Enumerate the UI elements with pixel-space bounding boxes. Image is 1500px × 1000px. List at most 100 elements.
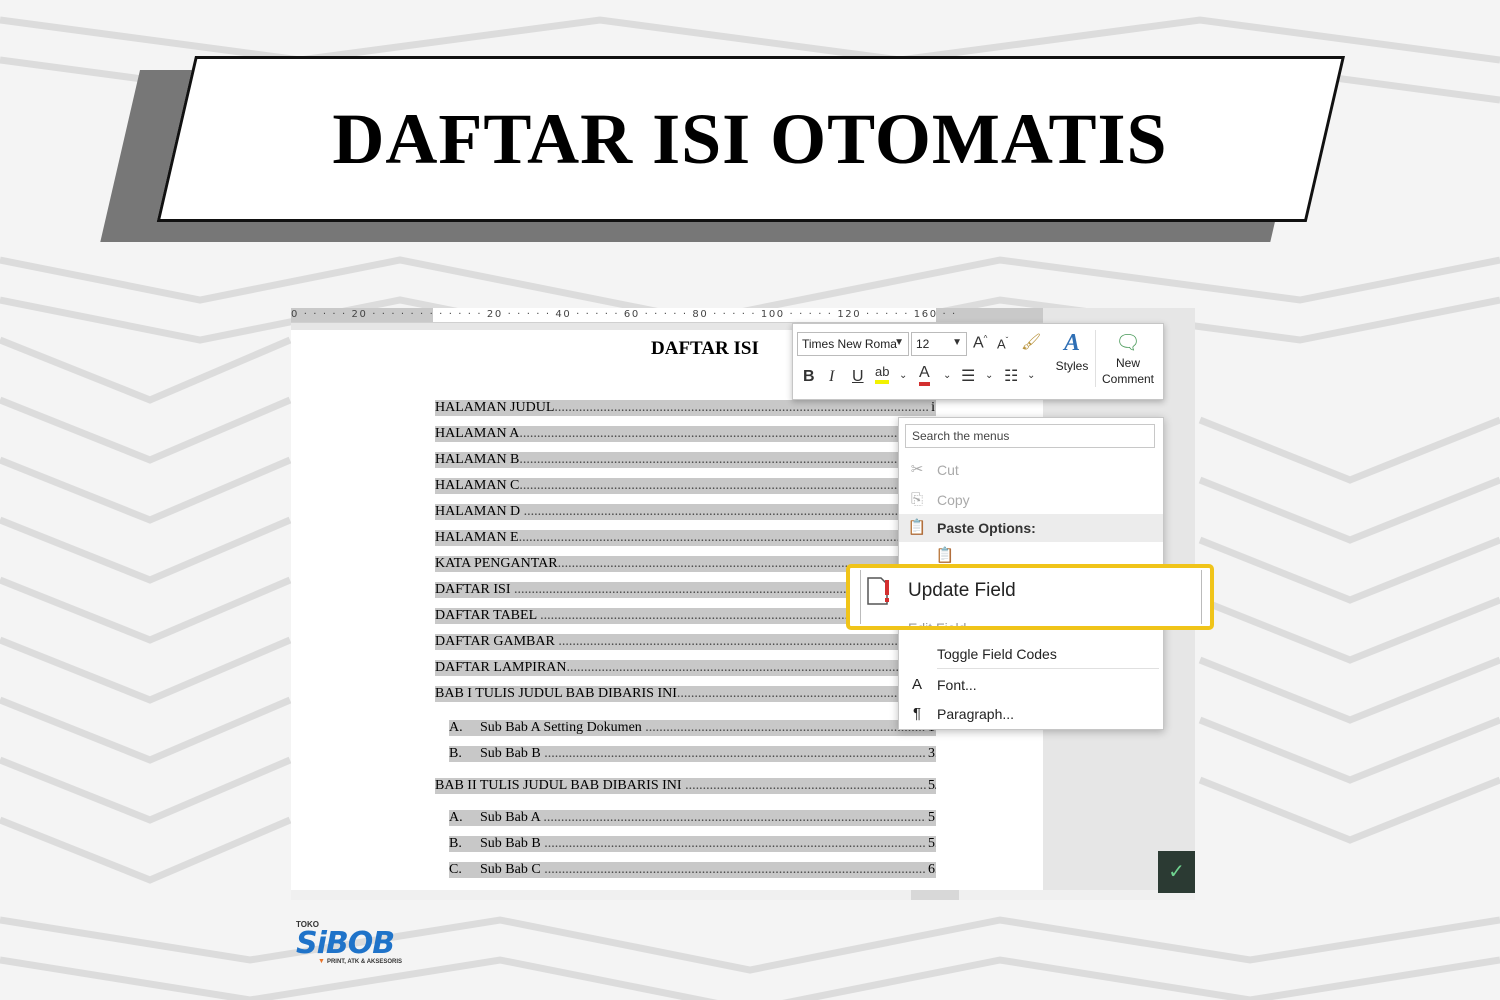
mini-toolbar: Times New Roma ▼ 12 ▼ A^ Aˇ 🖌 B I U ab ⌄…: [792, 323, 1164, 400]
copy-icon: ⎘: [910, 491, 923, 508]
new-comment-label-2: Comment: [1101, 372, 1154, 386]
menu-item-paragraph[interactable]: ¶ Paragraph...: [899, 700, 1163, 728]
chevron-down-icon[interactable]: ⌄: [899, 370, 907, 381]
font-size-value: 12: [916, 337, 930, 351]
toc-leader-dots: ........................................…: [543, 810, 936, 825]
logo-tagline: PRINT, ATK & AKSESORIS: [318, 958, 402, 965]
status-bar: [291, 890, 1195, 900]
search-menus-input[interactable]: Search the menus: [905, 424, 1155, 448]
font-size-dropdown[interactable]: 12 ▼: [911, 332, 967, 356]
toc-entry-letter: B.: [449, 746, 462, 761]
toc-leader-dots: ........................................…: [544, 746, 936, 761]
ruler-overflow: [1043, 308, 1195, 322]
toc-entry-letter: C.: [449, 862, 462, 877]
horizontal-ruler[interactable]: 0 · · · · · 20 · · · · · · · · · · · · 2…: [291, 308, 1043, 323]
toc-entry-text: BAB I TULIS JUDUL BAB DIBARIS INI: [435, 686, 677, 701]
toc-entry[interactable]: BAB II TULIS JUDUL BAB DIBARIS INI .....…: [435, 778, 936, 794]
styles-button[interactable]: A Styles: [1051, 330, 1093, 373]
menu-item-toggle-field-codes[interactable]: Toggle Field Codes: [899, 640, 1163, 668]
toc-entry-text: HALAMAN A: [435, 426, 520, 441]
page-title: DAFTAR ISI OTOMATIS: [332, 98, 1168, 179]
toc-entry[interactable]: HALAMAN C...............................…: [435, 478, 936, 494]
toc-page-number: 6: [926, 862, 935, 878]
menu-item-cut[interactable]: ✂ Cut: [899, 456, 1163, 484]
toc-entry-text: Sub Bab B: [480, 746, 545, 761]
toc-entry-letter: A.: [449, 720, 463, 735]
numbering-icon[interactable]: ☷: [1004, 366, 1018, 386]
new-comment-label-1: New: [1115, 356, 1140, 370]
view-print-layout-button[interactable]: [911, 890, 959, 900]
toc-entry-text: DAFTAR LAMPIRAN: [435, 660, 567, 675]
chevron-down-icon[interactable]: ⌄: [985, 370, 993, 381]
toc-leader-dots: ........................................…: [519, 452, 936, 467]
bullets-icon[interactable]: ☰: [961, 366, 975, 386]
toc-entry-text: HALAMAN E: [435, 530, 519, 545]
toc-entry-text: DAFTAR ISI: [435, 582, 514, 597]
menu-item-label: Paste Options:: [937, 520, 1036, 536]
menu-item-label: Copy: [937, 492, 970, 508]
font-color-icon[interactable]: A: [919, 364, 930, 386]
menu-item-label: Paragraph...: [937, 706, 1015, 722]
bold-button[interactable]: B: [803, 368, 815, 386]
toc-entry[interactable]: BAB I TULIS JUDUL BAB DIBARIS INI.......…: [435, 686, 936, 702]
toc-entry[interactable]: HALAMAN B...............................…: [435, 452, 936, 468]
menu-item-label: Cut: [937, 462, 959, 478]
logo-name: SiBOB: [296, 926, 395, 961]
paste-options-header: 📋 Paste Options:: [899, 514, 1163, 542]
toc-entry[interactable]: B. Sub Bab B ............................…: [449, 836, 936, 852]
menu-item-copy[interactable]: ⎘ Copy: [899, 486, 1163, 514]
toc-entry-text: HALAMAN D: [435, 504, 524, 519]
toc-leader-dots: ........................................…: [519, 478, 936, 493]
toc-entry[interactable]: HALAMAN A...............................…: [435, 426, 936, 442]
toc-entry-text: HALAMAN C: [435, 478, 520, 493]
toc-entry-text: KATA PENGANTAR: [435, 556, 558, 571]
toc-entry-text: Sub Bab A Setting Dokumen: [480, 720, 646, 735]
menu-item-font[interactable]: A Font...: [899, 671, 1163, 699]
toc-entry[interactable]: DAFTAR LAMPIRAN.........................…: [435, 660, 936, 676]
toc-entry-text: Sub Bab B: [480, 836, 545, 851]
toc-page-number: i: [929, 400, 935, 416]
italic-button[interactable]: I: [829, 368, 834, 386]
toc-entry-text: Sub Bab A: [480, 810, 544, 825]
toc-entry[interactable]: HALAMAN D ..............................…: [435, 504, 936, 520]
edit-field-label-partial: Edit Field...: [908, 620, 990, 626]
toc-entry[interactable]: HALAMAN JUDUL...........................…: [435, 400, 936, 416]
menu-item-label: Font...: [937, 677, 977, 693]
chevron-down-icon: ▼: [894, 337, 904, 348]
font-name-value: Times New Roma: [802, 337, 897, 351]
new-comment-button[interactable]: 🗨 New Comment: [1095, 330, 1160, 387]
toc-entry[interactable]: DAFTAR GAMBAR ..........................…: [435, 634, 936, 650]
toc-leader-dots: ........................................…: [566, 660, 936, 675]
grow-font-button[interactable]: A^: [973, 334, 987, 352]
toc-entry-text: HALAMAN JUDUL: [435, 400, 555, 415]
toc-entry-text: Sub Bab C: [480, 862, 545, 877]
sibob-logo: TOKO SiBOB PRINT, ATK & AKSESORIS: [296, 920, 426, 968]
format-painter-icon[interactable]: 🖌: [1021, 332, 1041, 352]
chevron-down-icon[interactable]: ⌄: [943, 370, 951, 381]
toc-entry-letter: B.: [449, 836, 462, 851]
toc-leader-dots: ........................................…: [544, 836, 936, 851]
toc-page-number: 5: [926, 778, 935, 794]
toc-entry-text: BAB II TULIS JUDUL BAB DIBARIS INI: [435, 778, 686, 793]
toc-entry[interactable]: HALAMAN E...............................…: [435, 530, 936, 546]
toc-page-number: 3: [926, 746, 935, 762]
underline-button[interactable]: U: [852, 368, 864, 386]
document-heading: DAFTAR ISI: [651, 338, 759, 359]
font-name-dropdown[interactable]: Times New Roma ▼: [797, 332, 909, 356]
toc-entry[interactable]: A. Sub Bab A ............................…: [449, 810, 936, 826]
toc-leader-dots: ........................................…: [554, 400, 936, 415]
ruler-ticks: 0 · · · · · 20 · · · · · · · · · · · · 2…: [291, 309, 957, 320]
menu-item-label: Toggle Field Codes: [937, 646, 1057, 662]
toc-entry[interactable]: C. Sub Bab C ............................…: [449, 862, 936, 878]
highlight-color-icon[interactable]: ab: [875, 364, 890, 384]
accept-check-button[interactable]: ✓: [1158, 851, 1195, 893]
toc-leader-dots: ........................................…: [558, 634, 936, 649]
toc-page-number: 5: [926, 810, 935, 826]
toc-entry-letter: A.: [449, 810, 463, 825]
toc-entry[interactable]: A. Sub Bab A Setting Dokumen ............…: [449, 720, 936, 736]
toc-leader-dots: ........................................…: [544, 862, 936, 877]
toc-entry[interactable]: B. Sub Bab B ............................…: [449, 746, 936, 762]
shrink-font-button[interactable]: Aˇ: [997, 336, 1008, 351]
update-field-icon: [867, 577, 889, 605]
chevron-down-icon[interactable]: ⌄: [1027, 370, 1035, 381]
